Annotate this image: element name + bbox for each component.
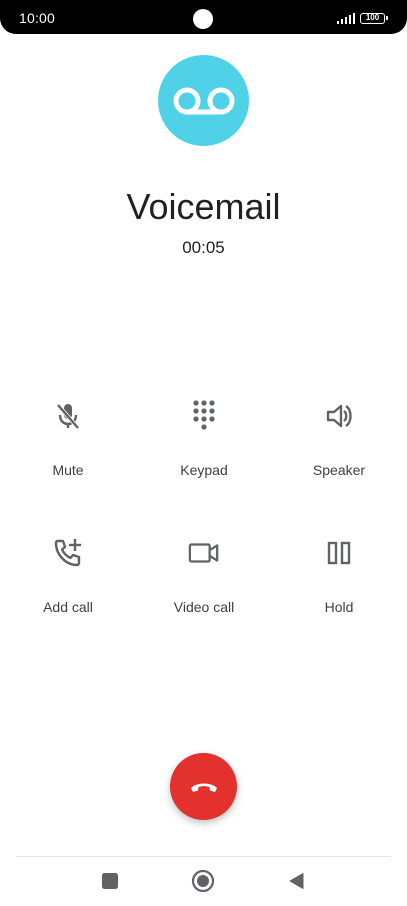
speaker-button[interactable]: Speaker — [279, 400, 399, 500]
battery-level: 100 — [365, 12, 380, 22]
mic-off-icon — [52, 400, 84, 432]
mute-button[interactable]: Mute — [8, 400, 128, 500]
circle-icon — [191, 869, 215, 893]
video-call-label: Video call — [173, 599, 235, 615]
pause-icon — [323, 537, 355, 569]
voicemail-icon — [173, 87, 234, 114]
front-camera — [193, 9, 213, 29]
video-call-button[interactable]: Video call — [144, 537, 264, 637]
mute-label: Mute — [52, 462, 84, 478]
nav-divider — [16, 856, 391, 857]
end-call-button[interactable] — [170, 753, 237, 820]
add-call-button[interactable]: Add call — [8, 537, 128, 637]
square-icon — [102, 873, 118, 889]
caller-avatar — [158, 55, 249, 146]
battery-icon: 100 — [360, 12, 388, 24]
home-button[interactable] — [188, 866, 218, 896]
call-timer: 00:05 — [182, 238, 225, 257]
status-indicators: 100 — [337, 11, 388, 25]
status-bar: 10:00 100 — [0, 0, 407, 34]
dialpad-icon — [188, 400, 220, 432]
speaker-icon — [323, 400, 355, 432]
add-call-label: Add call — [43, 599, 93, 615]
keypad-label: Keypad — [180, 462, 228, 478]
hang-up-icon — [190, 783, 217, 792]
hold-button[interactable]: Hold — [279, 537, 399, 637]
signal-bars-icon — [337, 12, 355, 24]
add-call-icon — [52, 537, 84, 569]
caller-name: Voicemail — [126, 186, 281, 227]
speaker-label: Speaker — [312, 462, 366, 478]
video-camera-icon — [188, 537, 220, 569]
keypad-button[interactable]: Keypad — [144, 400, 264, 500]
status-time: 10:00 — [19, 10, 56, 26]
triangle-back-icon — [289, 873, 304, 889]
back-button[interactable] — [281, 866, 311, 896]
hold-label: Hold — [324, 599, 354, 615]
recents-button[interactable] — [95, 866, 125, 896]
